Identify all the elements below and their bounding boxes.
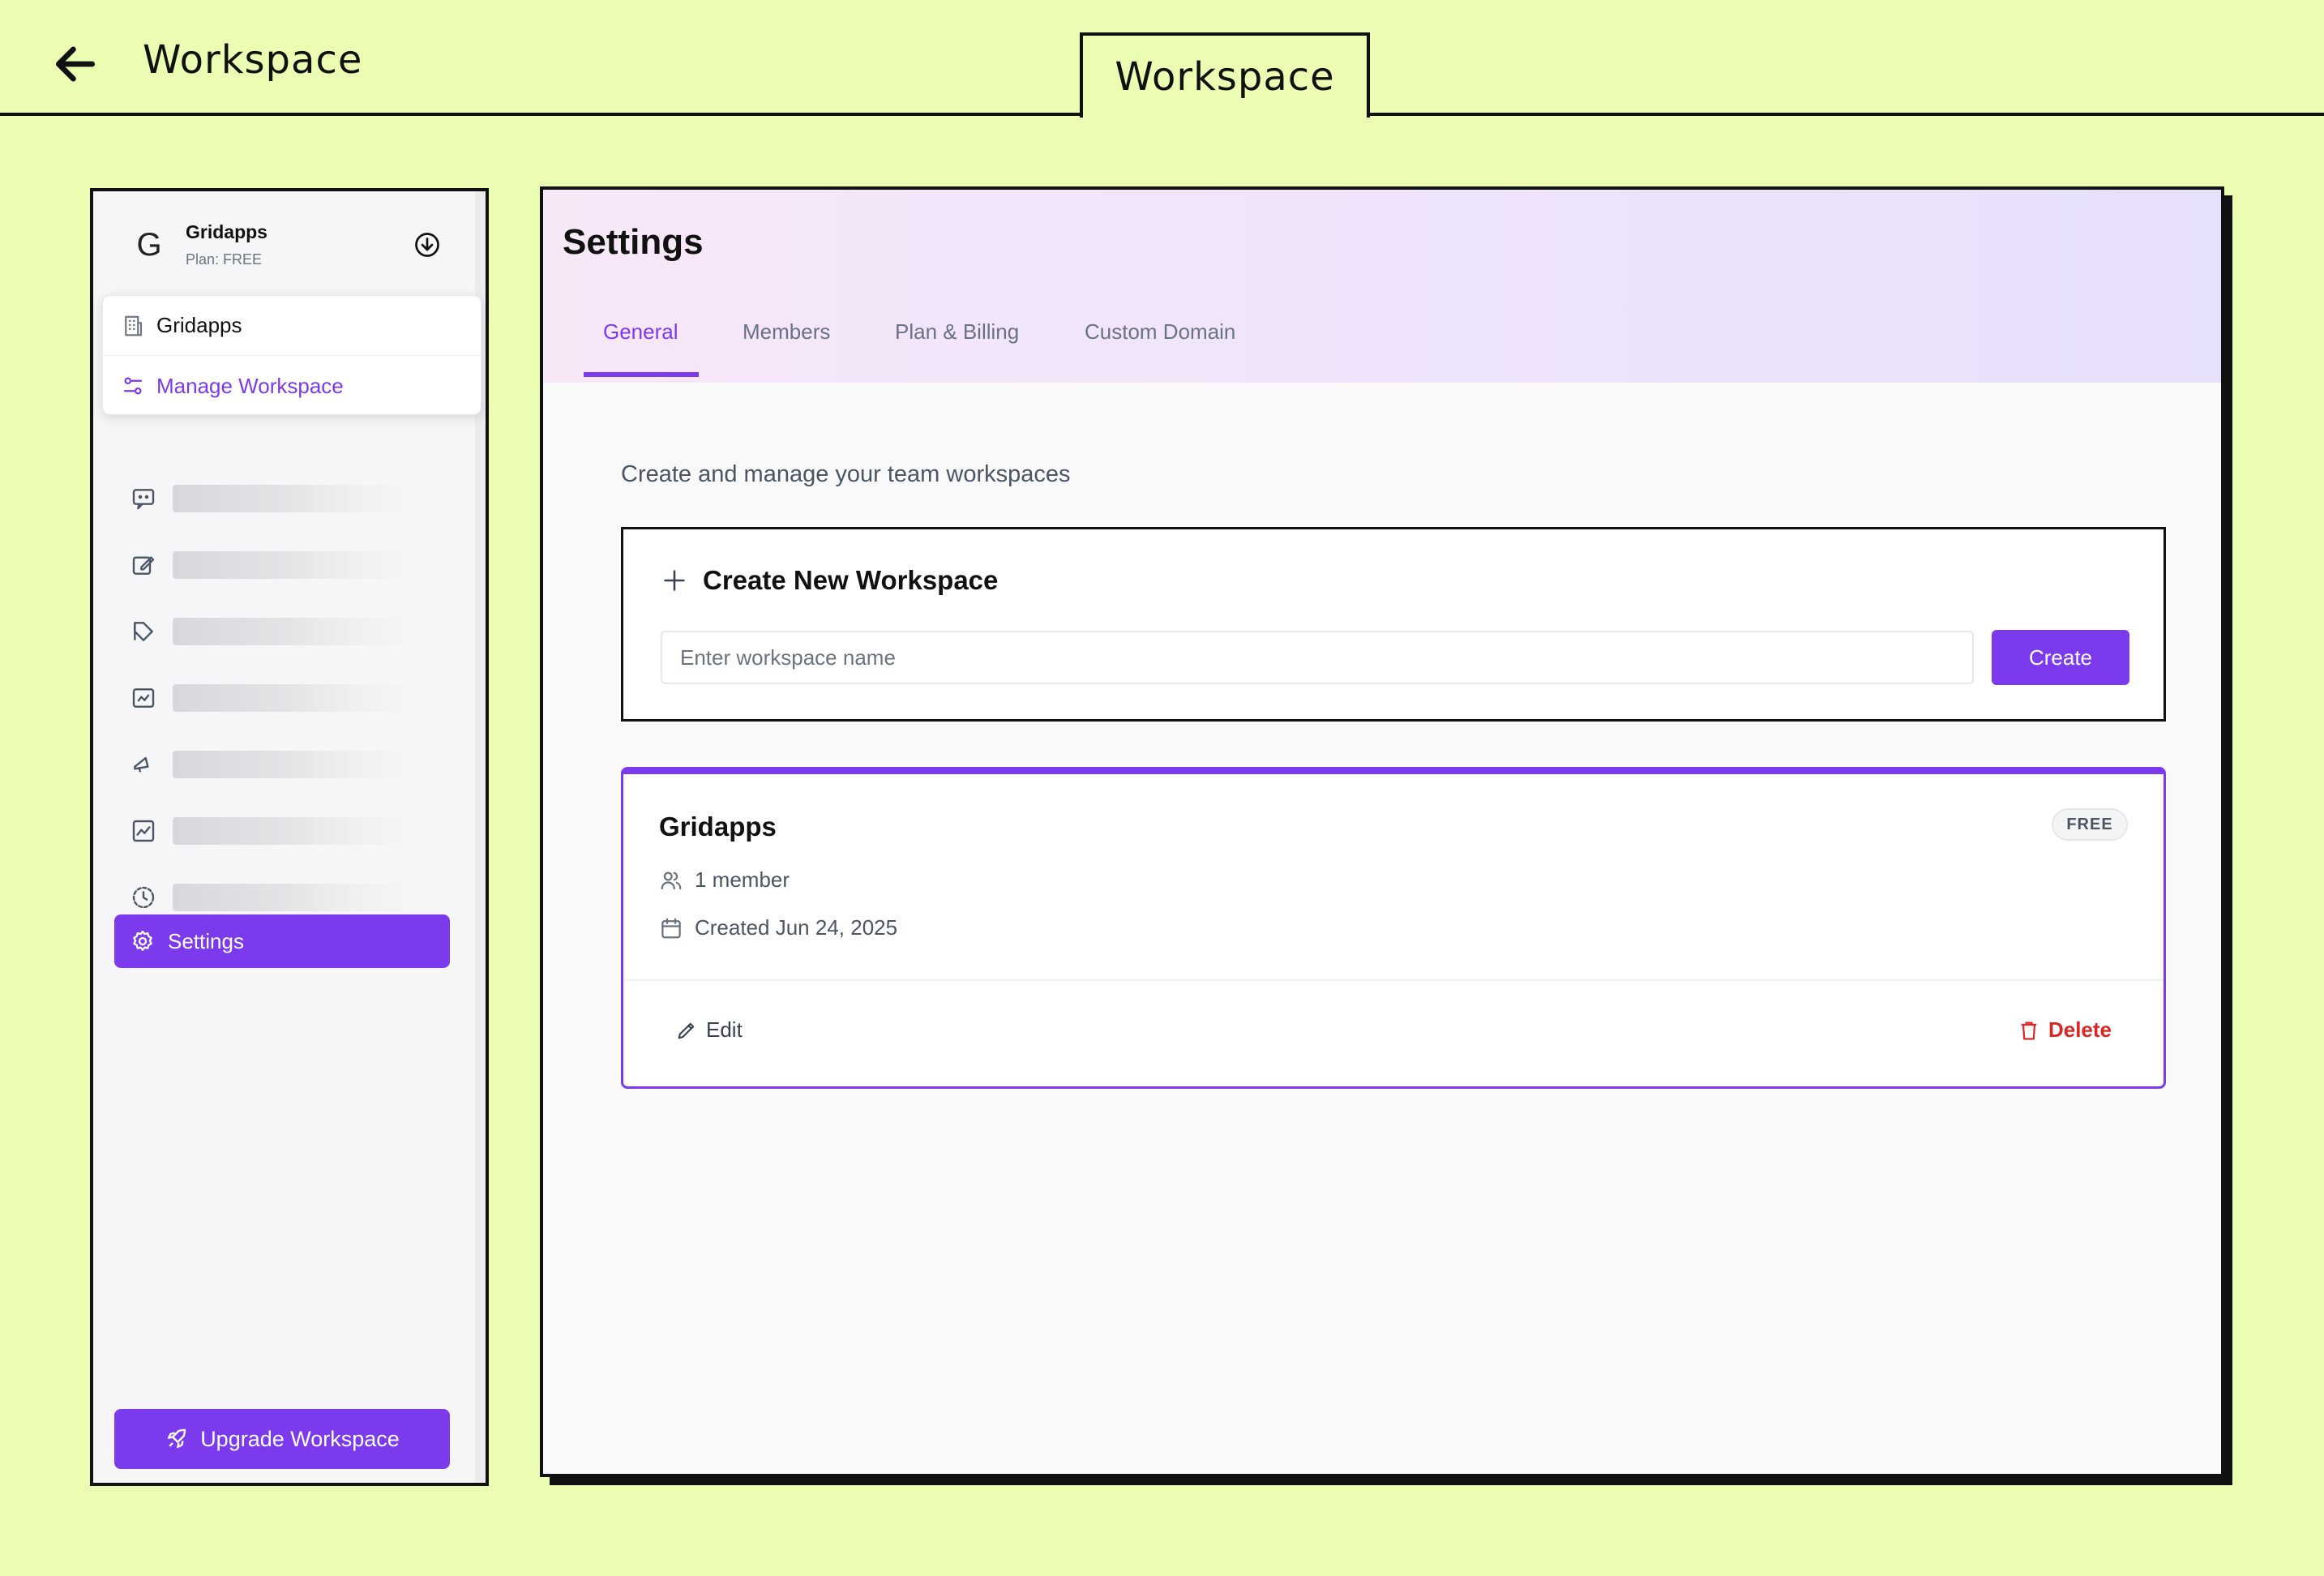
sidebar-nav-item[interactable] [131,671,455,725]
nav-label-skeleton [173,618,416,645]
create-workspace-panel: Create New Workspace Create [621,527,2166,722]
sidebar-item-settings[interactable]: Settings [114,914,450,968]
sidebar-item-label: Settings [168,928,244,953]
edit-icon [132,556,155,575]
sidebar-nav-item[interactable] [131,472,455,525]
chat-icon [132,489,155,510]
sidebar: G Gridapps Plan: FREE Settings Upgrade W… [90,188,489,1486]
workspace-switcher[interactable]: G Gridapps Plan: FREE [114,208,461,282]
rocket-icon [168,1428,186,1449]
workspace-dropdown: Gridapps Manage Workspace [102,295,481,415]
trash-icon [2021,1021,2037,1040]
nav-label-skeleton [173,684,416,712]
create-workspace-heading: Create New Workspace [661,565,998,596]
clock-icon [132,886,155,909]
pencil-icon [678,1022,695,1039]
sidebar-nav-item[interactable] [131,538,455,592]
upgrade-workspace-button[interactable]: Upgrade Workspace [114,1409,450,1469]
chart-icon [132,688,155,708]
created-date-label: Created Jun 24, 2025 [695,915,898,940]
tag-icon [134,622,153,641]
building-icon [125,315,143,336]
dropdown-item-manage-workspace[interactable]: Manage Workspace [103,356,481,416]
nav-label-skeleton [173,884,416,911]
edit-label: Edit [706,1017,743,1042]
plus-icon [664,570,685,591]
delete-workspace-button[interactable]: Delete [2018,1017,2112,1043]
header-title: Workspace [143,37,363,83]
settings-subtitle: Create and manage your team workspaces [621,461,1071,487]
tab-members[interactable]: Members [743,319,830,379]
dropdown-item-label: Gridapps [156,313,242,337]
workspace-name-input[interactable] [661,631,1974,684]
edit-workspace-button[interactable]: Edit [675,1017,743,1043]
create-heading-label: Create New Workspace [703,565,999,595]
trend-icon [132,820,155,842]
nav-label-skeleton [173,751,416,778]
page-title: Settings [563,222,704,262]
workspace-card-name: Gridapps [659,812,777,842]
nav-label-skeleton [173,817,416,845]
dropdown-item-workspace[interactable]: Gridapps [103,296,481,356]
nav-label-skeleton [173,485,416,512]
tab-custom-domain[interactable]: Custom Domain [1085,319,1235,379]
workspace-name: Gridapps [186,221,267,242]
back-arrow-icon[interactable] [50,39,101,89]
create-button[interactable]: Create [1992,630,2129,685]
dropdown-item-label: Manage Workspace [156,373,344,398]
tab-general[interactable]: General [603,319,678,379]
users-icon [661,872,682,889]
megaphone-icon [134,756,149,773]
download-circle-icon[interactable] [413,230,442,259]
member-count-label: 1 member [695,867,790,892]
created-date: Created Jun 24, 2025 [659,915,897,940]
sidebar-nav-item[interactable] [131,738,455,791]
workspace-plan: Plan: FREE [186,251,263,268]
sidebar-nav-item[interactable] [131,804,455,858]
nav-label-skeleton [173,551,416,579]
gear-icon [133,930,152,951]
sliders-icon [123,377,143,395]
header-center-tab[interactable]: Workspace [1080,32,1370,118]
plan-badge: FREE [2052,808,2128,841]
calendar-icon [661,918,681,938]
workspace-card: Gridapps FREE 1 member Created Jun 24, 2… [621,767,2166,1089]
member-count: 1 member [659,867,790,893]
active-tab-indicator [584,372,699,377]
card-divider [623,979,2164,981]
page: Workspace Workspace G Gridapps Plan: FRE… [0,0,2324,1576]
delete-label: Delete [2048,1017,2112,1042]
settings-header: Settings General Members Plan & Billing … [543,190,2221,383]
workspace-avatar: G [136,226,162,263]
main-panel: Settings General Members Plan & Billing … [540,186,2224,1477]
upgrade-label: Upgrade Workspace [200,1426,400,1451]
sidebar-nav-item[interactable] [131,605,455,658]
tab-plan-billing[interactable]: Plan & Billing [895,319,1019,379]
